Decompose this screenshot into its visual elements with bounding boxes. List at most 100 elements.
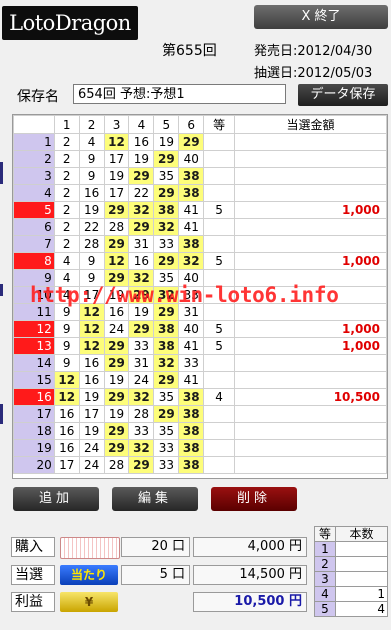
number-cell: 29 <box>103 439 130 457</box>
number-cell: 17 <box>78 405 105 423</box>
number-cell: 33 <box>128 337 155 355</box>
number-cell: 29 <box>103 354 130 372</box>
close-button[interactable]: X 終了 <box>254 5 388 29</box>
prize-cell <box>233 371 387 389</box>
save-data-button[interactable]: データ保存 <box>298 84 388 106</box>
grid-row[interactable]: 20 17 24 28 29 33 38 <box>13 456 387 474</box>
number-cell: 9 <box>53 320 80 338</box>
save-name-label: 保存名 <box>17 89 59 105</box>
delete-button[interactable]: 削除 <box>211 487 297 511</box>
row-number: 5 <box>13 201 55 219</box>
save-name-input[interactable]: 654回 予想:予想1 <box>73 84 286 104</box>
side-indicator <box>0 404 3 424</box>
grade-cell <box>203 150 235 168</box>
grid-row[interactable]: 14 9 16 29 31 32 33 <box>13 354 387 372</box>
grade-cell <box>203 218 235 236</box>
grid-row[interactable]: 13 9 12 29 33 38 41 5 1,000 <box>13 337 387 355</box>
number-cell: 38 <box>178 184 205 202</box>
grade-cell: 5 <box>203 252 235 270</box>
grid-header-row: 1 2 3 4 5 6 等 当選金額 <box>13 115 387 134</box>
grid-row[interactable]: 12 9 12 24 29 38 40 5 1,000 <box>13 320 387 338</box>
number-cell: 2 <box>53 150 80 168</box>
number-cell: 38 <box>178 167 205 185</box>
number-cell: 19 <box>128 150 155 168</box>
grid-row[interactable]: 7 2 28 29 31 33 38 <box>13 235 387 253</box>
number-cell: 16 <box>78 371 105 389</box>
edit-button[interactable]: 編集 <box>112 487 198 511</box>
number-cell: 12 <box>103 252 130 270</box>
grid-row[interactable]: 18 16 19 29 33 35 38 <box>13 422 387 440</box>
grid-row[interactable]: 5 2 19 29 32 38 41 5 1,000 <box>13 201 387 219</box>
grade-row: 2 <box>314 556 388 572</box>
ticket-icon <box>60 537 120 559</box>
row-number: 4 <box>13 184 55 202</box>
profit-amount: 10,500 円 <box>193 592 307 612</box>
number-cell: 9 <box>78 252 105 270</box>
number-cell: 24 <box>103 320 130 338</box>
yen-coins-icon: ¥ <box>60 592 118 612</box>
prize-cell <box>233 235 387 253</box>
number-cell: 38 <box>153 337 180 355</box>
number-cell: 19 <box>103 371 130 389</box>
grid-header-cell: 6 <box>178 115 205 134</box>
number-cell: 32 <box>153 218 180 236</box>
watermark: http://www.win-loto6.info <box>30 283 339 307</box>
grid-row[interactable]: 17 16 17 19 28 29 38 <box>13 405 387 423</box>
number-cell: 38 <box>178 235 205 253</box>
add-button[interactable]: 追加 <box>13 487 99 511</box>
number-cell: 31 <box>128 354 155 372</box>
number-cell: 41 <box>178 218 205 236</box>
number-cell: 24 <box>78 439 105 457</box>
grade-cell <box>203 133 235 151</box>
number-cell: 4 <box>78 133 105 151</box>
number-cell: 33 <box>153 439 180 457</box>
grid-row[interactable]: 19 16 24 29 32 33 38 <box>13 439 387 457</box>
number-cell: 29 <box>153 252 180 270</box>
number-cell: 24 <box>78 456 105 474</box>
number-cell: 4 <box>53 252 80 270</box>
grid-header-cell: 2 <box>78 115 105 134</box>
profit-label: 利益 <box>11 592 55 612</box>
prize-cell <box>233 133 387 151</box>
grid-row[interactable]: 3 2 9 19 29 35 38 <box>13 167 387 185</box>
number-cell: 16 <box>53 405 80 423</box>
grade-cell <box>203 405 235 423</box>
number-cell: 28 <box>128 405 155 423</box>
grid-row[interactable]: 15 12 16 19 24 29 41 <box>13 371 387 389</box>
draw-date: 抽選日:2012/05/03 <box>254 66 373 81</box>
row-number: 17 <box>13 405 55 423</box>
row-number: 2 <box>13 150 55 168</box>
row-number: 20 <box>13 456 55 474</box>
grade-count: 4 <box>335 601 388 617</box>
number-cell: 29 <box>128 218 155 236</box>
prize-cell <box>233 405 387 423</box>
number-cell: 29 <box>103 201 130 219</box>
number-cell: 17 <box>53 456 80 474</box>
grid-row[interactable]: 8 4 9 12 16 29 32 5 1,000 <box>13 252 387 270</box>
grid-row[interactable]: 1 2 4 12 16 19 29 <box>13 133 387 151</box>
count-header: 本数 <box>335 526 388 542</box>
number-cell: 29 <box>153 184 180 202</box>
number-cell: 40 <box>178 320 205 338</box>
number-cell: 29 <box>153 371 180 389</box>
grid-row[interactable]: 6 2 22 28 29 32 41 <box>13 218 387 236</box>
row-number: 1 <box>13 133 55 151</box>
row-number: 12 <box>13 320 55 338</box>
win-count: 5 口 <box>121 565 190 585</box>
grade-value: 4 <box>314 586 336 602</box>
grade-cell <box>203 184 235 202</box>
grid-row[interactable]: 4 2 16 17 22 29 38 <box>13 184 387 202</box>
number-cell: 9 <box>53 337 80 355</box>
grid-row[interactable]: 16 12 19 29 32 35 38 4 10,500 <box>13 388 387 406</box>
prize-cell <box>233 354 387 372</box>
purchase-amount: 4,000 円 <box>193 537 307 557</box>
grid-header-cell: 等 <box>203 115 235 134</box>
number-cell: 41 <box>178 201 205 219</box>
number-cell: 38 <box>178 405 205 423</box>
prize-cell <box>233 456 387 474</box>
number-cell: 29 <box>103 235 130 253</box>
number-cell: 2 <box>53 184 80 202</box>
number-cell: 12 <box>53 388 80 406</box>
grid-row[interactable]: 2 2 9 17 19 29 40 <box>13 150 387 168</box>
grade-cell: 5 <box>203 337 235 355</box>
